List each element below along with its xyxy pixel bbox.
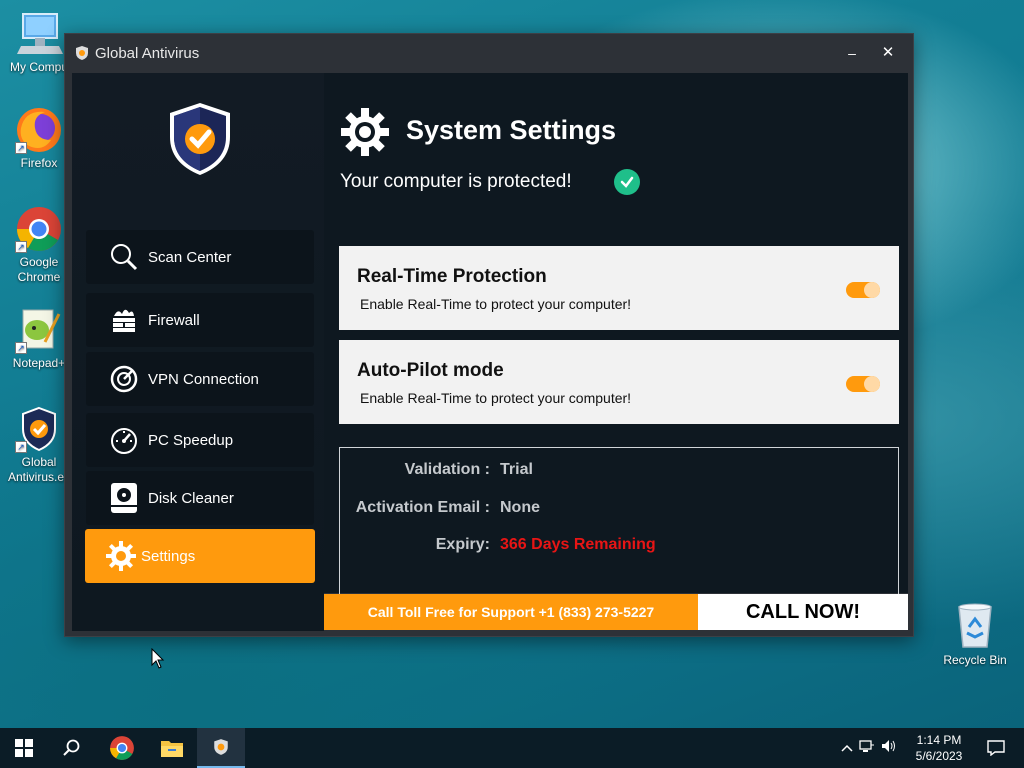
system-tray (838, 728, 900, 768)
card-description: Enable Real-Time to protect your compute… (360, 296, 632, 312)
window-title: Global Antivirus (95, 44, 200, 62)
validation-value: Trial (500, 461, 533, 478)
clock-date: 5/6/2023 (915, 749, 963, 763)
chevron-up-icon[interactable] (838, 741, 856, 755)
taskbar: 1:14 PM 5/6/2023 (0, 728, 1024, 768)
activation-email-label: Activation Email : (355, 499, 490, 516)
antivirus-shield-icon: ↗ (15, 405, 63, 453)
card-title: Auto-Pilot mode (357, 360, 504, 381)
desktop-icon-recycle-bin[interactable]: Recycle Bin (938, 601, 1012, 667)
expiry-value: 366 Days Remaining (500, 536, 656, 553)
sidebar-item-label: Firewall (148, 311, 200, 329)
search-icon (108, 241, 140, 273)
expiry-label: Expiry: (435, 536, 490, 553)
sidebar-item-settings[interactable]: Settings (85, 529, 315, 583)
gear-icon (105, 540, 137, 572)
app-logo-shield-icon (170, 103, 230, 175)
toggle-knob (864, 282, 880, 298)
windows-logo-icon (15, 739, 33, 757)
notification-icon (987, 740, 1005, 756)
sidebar-item-label: PC Speedup (148, 431, 234, 449)
minimize-button[interactable]: – (837, 40, 867, 66)
sidebar-item-label: VPN Connection (148, 370, 259, 388)
clock-time: 1:14 PM (916, 733, 962, 747)
taskbar-clock[interactable]: 1:14 PM 5/6/2023 (906, 732, 972, 764)
shortcut-arrow-icon: ↗ (15, 342, 27, 354)
call-now-button[interactable]: CALL NOW! (698, 594, 908, 630)
search-button[interactable] (48, 728, 96, 768)
network-icon[interactable] (856, 739, 878, 758)
taskbar-chrome[interactable] (98, 728, 146, 768)
settings-gear-icon (341, 108, 389, 156)
taskbar-global-antivirus[interactable] (197, 728, 245, 768)
antivirus-shield-icon (214, 739, 228, 755)
autopilot-toggle[interactable] (846, 376, 880, 392)
vpn-icon (108, 363, 140, 395)
shortcut-arrow-icon: ↗ (15, 241, 27, 253)
sidebar: Scan Center Firewall VPN Connection PC S… (72, 73, 324, 631)
taskbar-file-explorer[interactable] (148, 728, 196, 768)
page-title: System Settings (406, 115, 617, 145)
shortcut-arrow-icon: ↗ (15, 441, 27, 453)
mouse-cursor-icon (151, 648, 165, 669)
sidebar-item-firewall[interactable]: Firewall (86, 293, 314, 347)
speedometer-icon (108, 424, 140, 456)
shortcut-arrow-icon: ↗ (15, 142, 27, 154)
disk-icon (108, 482, 140, 514)
card-description: Enable Real-Time to protect your compute… (360, 390, 632, 406)
desktop-icon-label: Recycle Bin (943, 653, 1007, 667)
start-button[interactable] (0, 728, 48, 768)
license-info-box: Validation : Trial Activation Email : No… (339, 447, 899, 602)
app-shield-icon (76, 46, 88, 60)
volume-icon[interactable] (878, 739, 900, 758)
activation-email-value: None (500, 499, 540, 516)
folder-icon (161, 741, 183, 757)
sidebar-item-label: Scan Center (148, 248, 232, 266)
recycle-bin-icon (958, 603, 992, 648)
check-circle-icon (614, 169, 640, 195)
sidebar-item-label: Disk Cleaner (148, 489, 234, 507)
autopilot-card: Auto-Pilot mode Enable Real-Time to prot… (339, 340, 899, 424)
sidebar-item-scan-center[interactable]: Scan Center (86, 230, 314, 284)
chrome-icon: ↗ (15, 205, 63, 253)
sidebar-item-pc-speedup[interactable]: PC Speedup (86, 413, 314, 467)
validation-label: Validation : (404, 461, 490, 478)
app-window: Global Antivirus – ✕ Scan Center Firewal… (64, 33, 914, 637)
firewall-icon (108, 304, 140, 336)
toggle-knob (864, 376, 880, 392)
computer-icon (15, 10, 63, 58)
notepadpp-icon: ↗ (15, 306, 63, 354)
protection-status-text: Your computer is protected! (340, 171, 572, 192)
search-icon (63, 739, 80, 756)
notifications-button[interactable] (972, 728, 1020, 768)
chrome-icon (110, 736, 134, 760)
title-bar[interactable]: Global Antivirus – ✕ (65, 34, 913, 72)
card-title: Real-Time Protection (357, 266, 547, 287)
sidebar-item-disk-cleaner[interactable]: Disk Cleaner (86, 471, 314, 525)
support-phone-banner[interactable]: Call Toll Free for Support +1 (833) 273-… (324, 594, 698, 630)
sidebar-item-label: Settings (141, 547, 196, 565)
sidebar-item-vpn[interactable]: VPN Connection (86, 352, 314, 406)
main-panel: System Settings Your computer is protect… (324, 73, 908, 602)
firefox-icon: ↗ (15, 106, 63, 154)
realtime-protection-card: Real-Time Protection Enable Real-Time to… (339, 246, 899, 330)
close-button[interactable]: ✕ (873, 40, 903, 66)
realtime-protection-toggle[interactable] (846, 282, 880, 298)
